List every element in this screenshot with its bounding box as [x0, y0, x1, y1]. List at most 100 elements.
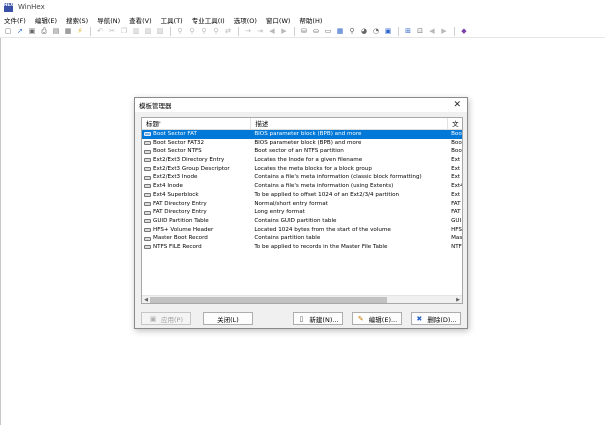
scrollbar-thumb[interactable] [150, 296, 388, 303]
window-title: WinHex [18, 3, 45, 11]
scroll-left-icon[interactable]: ◀ [142, 296, 150, 304]
table-row[interactable]: Master Boot Record Contains partition tab… [142, 234, 462, 243]
find-hex-icon[interactable]: ⚲ [188, 27, 196, 35]
table-row[interactable]: Boot Sector FAT32 BIOS parameter block (B… [142, 139, 462, 148]
apply-icon: ▣ [149, 314, 157, 323]
table-row[interactable]: Ext2/Ext3 Group Descriptor Locates the me… [142, 165, 462, 174]
template-title: Boot Sector NTFS [153, 148, 202, 155]
table-row[interactable]: Boot Sector NTFS Boot sector of an NTFS p… [142, 147, 462, 156]
template-file-name: FAT [451, 209, 461, 216]
table-row[interactable]: FAT Directory Entry Normal/short entry fo… [142, 200, 462, 209]
scroll-right-icon[interactable]: ▶ [454, 296, 462, 304]
replace-icon[interactable]: ⚲ [200, 27, 208, 35]
edit-template-button[interactable]: ✎ 编辑(E)... [352, 312, 402, 325]
new-file-icon[interactable]: ▢ [4, 27, 12, 35]
table-row[interactable]: Ext4 Superblock To be applied to offset 1… [142, 191, 462, 200]
menu-search[interactable]: 搜索(S) [66, 15, 88, 25]
cut-icon[interactable]: ✂ [108, 27, 116, 35]
open-disk-icon[interactable]: ⛁ [300, 27, 308, 35]
goto-sector-icon[interactable]: ⇥ [256, 27, 264, 35]
help-book-icon[interactable]: ◆ [460, 27, 468, 35]
previous-window-icon[interactable]: ◀ [428, 27, 436, 35]
menu-tools[interactable]: 工具(T) [161, 15, 183, 25]
new-template-button[interactable]: ▯ 新建(N)... [293, 312, 343, 325]
analyze-icon[interactable]: ◕ [360, 27, 368, 35]
calculator-icon[interactable]: ▦ [336, 27, 344, 35]
replace-hex-icon[interactable]: ⚲ [212, 27, 220, 35]
data-interpreter-icon[interactable]: ◔ [372, 27, 380, 35]
delete-icon: ✖ [416, 314, 423, 323]
find-icon[interactable]: ⚲ [176, 27, 184, 35]
forward-icon[interactable]: ▶ [280, 27, 288, 35]
menu-file[interactable]: 文件(F) [4, 15, 26, 25]
template-title: FAT Directory Entry [153, 200, 207, 207]
hash-icon[interactable]: ⚲ [348, 27, 356, 35]
template-title: HFS+ Volume Header [153, 226, 214, 233]
delete-template-button[interactable]: ✖ 删除(D)... [411, 312, 461, 325]
undo-list-icon[interactable]: ▦ [64, 27, 72, 35]
save-icon[interactable]: ▣ [28, 27, 36, 35]
template-title-cell: Boot Sector FAT [142, 130, 251, 139]
template-title: Ext2/Ext3 Group Descriptor [153, 165, 230, 172]
template-description: BIOS parameter block (BPB) and more [254, 139, 362, 146]
goto-offset-icon[interactable]: → [244, 27, 252, 35]
close-icon[interactable]: ✕ [453, 100, 461, 110]
close-button[interactable]: 关闭(L) [203, 312, 253, 325]
column-header-file[interactable]: 文 [448, 118, 462, 129]
template-description: Locates the Inode for a given filename [254, 157, 363, 164]
open-ram-icon[interactable]: ⛀ [312, 27, 320, 35]
open-file-icon[interactable]: ➚ [16, 27, 24, 35]
table-row[interactable]: Boot Sector FAT BIOS parameter block (BPB… [142, 130, 462, 139]
scrollbar-track[interactable] [150, 296, 454, 304]
table-row[interactable]: Ext2/Ext3 Directory Entry Locates the Ino… [142, 156, 462, 165]
clipboard-icon[interactable]: ▨ [156, 27, 164, 35]
template-title-cell: Ext2/Ext3 Group Descriptor [142, 165, 251, 174]
new-document-icon: ▯ [299, 314, 304, 323]
edit-template-button-label: 编辑(E)... [368, 315, 398, 324]
table-row[interactable]: Ext4 Inode Contains a file's meta informa… [142, 182, 462, 191]
list-body: Boot Sector FAT BIOS parameter block (BPB… [142, 130, 462, 252]
table-row[interactable]: HFS+ Volume Header Located 1024 bytes fro… [142, 226, 462, 235]
template-file-name: GUI [451, 217, 462, 224]
toolbar-separator [238, 26, 239, 36]
undo-icon[interactable]: ↶ [96, 27, 104, 35]
template-icon[interactable]: ▣ [384, 27, 392, 35]
template-list[interactable]: 标题' 描述 文 Boot Sector FAT BIOS parameter b… [141, 117, 463, 304]
menu-edit[interactable]: 编辑(E) [35, 15, 57, 25]
properties-icon[interactable]: ▤ [52, 27, 60, 35]
run-icon[interactable]: ⚡ [76, 27, 84, 35]
menu-view[interactable]: 查看(V) [129, 15, 152, 25]
copy-icon[interactable]: ❐ [120, 27, 128, 35]
template-description: Contains a file's meta information (clas… [254, 174, 422, 181]
menu-help[interactable]: 帮助(H) [299, 15, 322, 25]
template-file-icon [144, 245, 151, 250]
column-header-title[interactable]: 标题' [142, 118, 252, 129]
dialog-button-row: ▣ 应用(P) 关闭(L) ▯ 新建(N)... ✎ 编辑(E)... ✖ 删除… [135, 312, 469, 326]
menu-options[interactable]: 选项(O) [234, 15, 257, 25]
table-row[interactable]: GUID Partition Table Contains GUID partit… [142, 217, 462, 226]
table-row[interactable]: FAT Directory Entry Long entry format FAT [142, 208, 462, 217]
disk-tools-icon[interactable]: ▭ [324, 27, 332, 35]
template-description: BIOS parameter block (BPB) and more [254, 131, 362, 137]
template-file-name: Ext [451, 165, 461, 172]
grid-view-icon[interactable]: ⊞ [404, 27, 412, 35]
apply-button-label: 应用(P) [161, 315, 183, 324]
paste-icon[interactable]: ▥ [132, 27, 140, 35]
menu-navigation[interactable]: 导航(N) [97, 15, 120, 25]
menu-window[interactable]: 窗口(W) [266, 15, 291, 25]
find-next-icon[interactable]: ⇄ [224, 27, 232, 35]
print-icon[interactable]: ⎙ [40, 27, 48, 35]
template-file-icon [144, 236, 151, 241]
apply-button[interactable]: ▣ 应用(P) [141, 312, 191, 325]
template-title-cell: Ext4 Superblock [142, 191, 251, 200]
table-row[interactable]: NTFS FILE Record To be applied to records… [142, 243, 462, 252]
horizontal-scrollbar[interactable]: ◀ ▶ [142, 295, 462, 303]
menu-specialist-tools[interactable]: 专业工具(I) [192, 15, 225, 25]
paste-special-icon[interactable]: ▧ [144, 27, 152, 35]
column-header-description[interactable]: 描述 [251, 118, 449, 129]
back-icon[interactable]: ◀ [268, 27, 276, 35]
tile-view-icon[interactable]: ⊡ [416, 27, 424, 35]
table-row[interactable]: Ext2/Ext3 Inode Contains a file's meta in… [142, 173, 462, 182]
next-window-icon[interactable]: ▶ [440, 27, 448, 35]
template-description: Long entry format [254, 209, 305, 216]
